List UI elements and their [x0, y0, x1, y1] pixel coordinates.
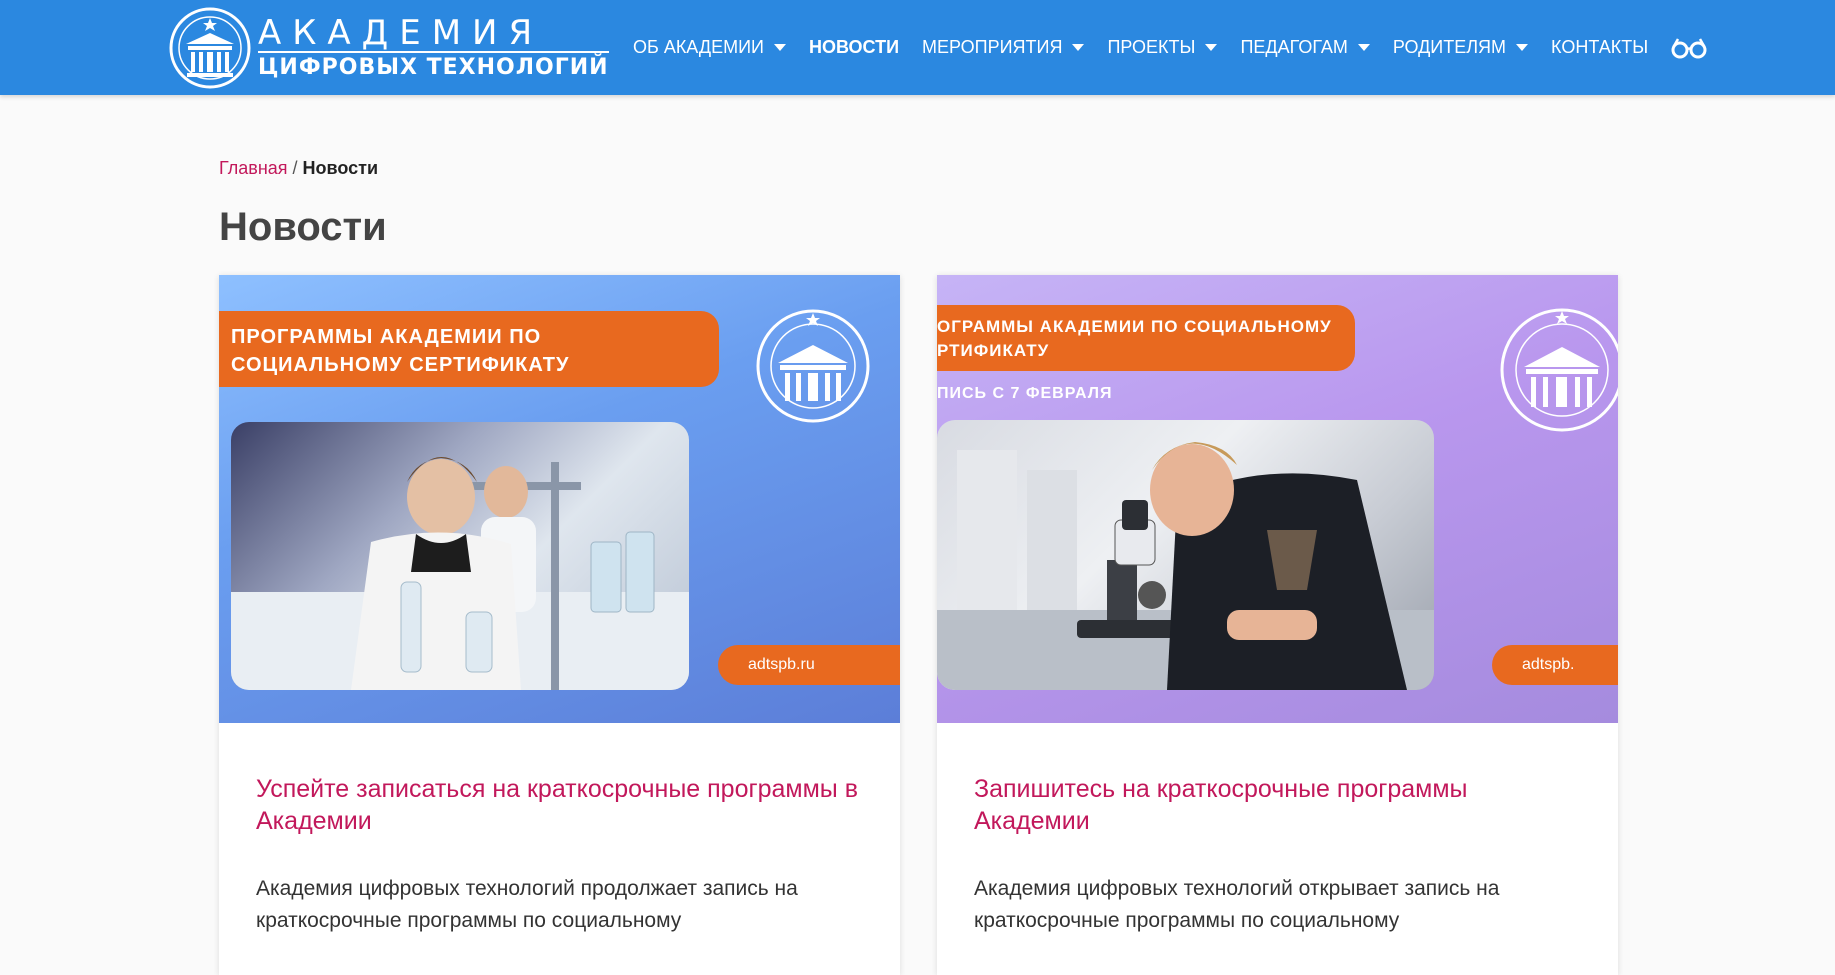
breadcrumb-current: Новости: [302, 158, 379, 178]
nav-item-label: КОНТАКТЫ: [1551, 37, 1649, 57]
news-photo: [231, 422, 689, 690]
site-url-badge: adtspb.ru: [718, 645, 900, 685]
nav-item-label: ОБ АКАДЕМИИ: [633, 37, 764, 57]
logo-title: АКАДЕМИЯ: [258, 13, 544, 53]
news-photo: [937, 420, 1434, 690]
chevron-down-icon: [1205, 44, 1218, 51]
academy-seal-icon: [1500, 308, 1618, 432]
academy-emblem-icon: [169, 7, 251, 89]
nav-item-events[interactable]: МЕРОПРИЯТИЯ: [922, 37, 1085, 58]
news-card-title[interactable]: Успейте записаться на краткосрочные прог…: [256, 723, 863, 837]
nav-item-teachers[interactable]: ПЕДАГОГАМ: [1240, 37, 1370, 58]
chevron-down-icon: [1516, 44, 1529, 51]
lab-scene-illustration: [231, 457, 689, 690]
chevron-down-icon: [1072, 44, 1085, 51]
nav-item-label: ПЕДАГОГАМ: [1240, 37, 1348, 57]
breadcrumb-separator: /: [292, 158, 298, 178]
news-card-title[interactable]: Запишитесь на краткосрочные программы Ак…: [974, 723, 1581, 837]
news-card-excerpt: Академия цифровых технологий продолжает …: [256, 877, 798, 932]
nav-item-about[interactable]: ОБ АКАДЕМИИ: [633, 37, 786, 58]
page-title: Новости: [219, 205, 387, 249]
image-banner: ОГРАММЫ АКАДЕМИИ ПО СОЦИАЛЬНОМУ РТИФИКАТ…: [937, 305, 1355, 371]
nav-item-parents[interactable]: РОДИТЕЛЯМ: [1392, 37, 1529, 58]
news-card-body: Успейте записаться на краткосрочные прог…: [219, 723, 900, 937]
image-banner: ПРОГРАММЫ АКАДЕМИИ ПО СОЦИАЛЬНОМУ СЕРТИФ…: [219, 311, 719, 387]
news-card-excerpt: Академия цифровых технологий открывает з…: [974, 877, 1500, 932]
news-card[interactable]: ОГРАММЫ АКАДЕМИИ ПО СОЦИАЛЬНОМУ РТИФИКАТ…: [937, 275, 1618, 975]
site-header: АКАДЕМИЯ ЦИФРОВЫХ ТЕХНОЛОГИЙ ОБ АКАДЕМИИ…: [0, 0, 1835, 95]
chevron-down-icon: [773, 44, 786, 51]
breadcrumb: Главная / Новости: [219, 158, 378, 179]
news-card-image[interactable]: ПРОГРАММЫ АКАДЕМИИ ПО СОЦИАЛЬНОМУ СЕРТИФ…: [219, 275, 900, 723]
nav-item-contacts[interactable]: КОНТАКТЫ: [1551, 37, 1648, 58]
nav-item-label: РОДИТЕЛЯМ: [1392, 37, 1507, 57]
nav-item-label: МЕРОПРИЯТИЯ: [922, 37, 1063, 57]
glasses-icon[interactable]: [1671, 36, 1707, 60]
news-card-image[interactable]: ОГРАММЫ АКАДЕМИИ ПО СОЦИАЛЬНОМУ РТИФИКАТ…: [937, 275, 1618, 723]
logo-text: АКАДЕМИЯ ЦИФРОВЫХ ТЕХНОЛОГИЙ: [258, 15, 609, 81]
main-nav: ОБ АКАДЕМИИ НОВОСТИ МЕРОПРИЯТИЯ ПРОЕКТЫ …: [633, 0, 1707, 95]
logo-subtitle: ЦИФРОВЫХ ТЕХНОЛОГИЙ: [258, 51, 609, 81]
nav-item-label: ПРОЕКТЫ: [1107, 37, 1196, 57]
news-card[interactable]: ПРОГРАММЫ АКАДЕМИИ ПО СОЦИАЛЬНОМУ СЕРТИФ…: [219, 275, 900, 975]
lab-scene-illustration: [937, 442, 1434, 690]
site-url-badge: adtspb.: [1492, 645, 1618, 685]
news-card-body: Запишитесь на краткосрочные программы Ак…: [937, 723, 1618, 937]
nav-item-projects[interactable]: ПРОЕКТЫ: [1107, 37, 1218, 58]
image-banner-subtitle: ПИСЬ С 7 ФЕВРАЛЯ: [937, 385, 1113, 402]
academy-seal-icon: [756, 309, 870, 423]
nav-item-news[interactable]: НОВОСТИ: [809, 37, 899, 58]
chevron-down-icon: [1357, 44, 1370, 51]
site-logo[interactable]: АКАДЕМИЯ ЦИФРОВЫХ ТЕХНОЛОГИЙ: [168, 6, 609, 90]
nav-item-label: НОВОСТИ: [808, 37, 900, 57]
breadcrumb-home-link[interactable]: Главная: [219, 158, 288, 178]
